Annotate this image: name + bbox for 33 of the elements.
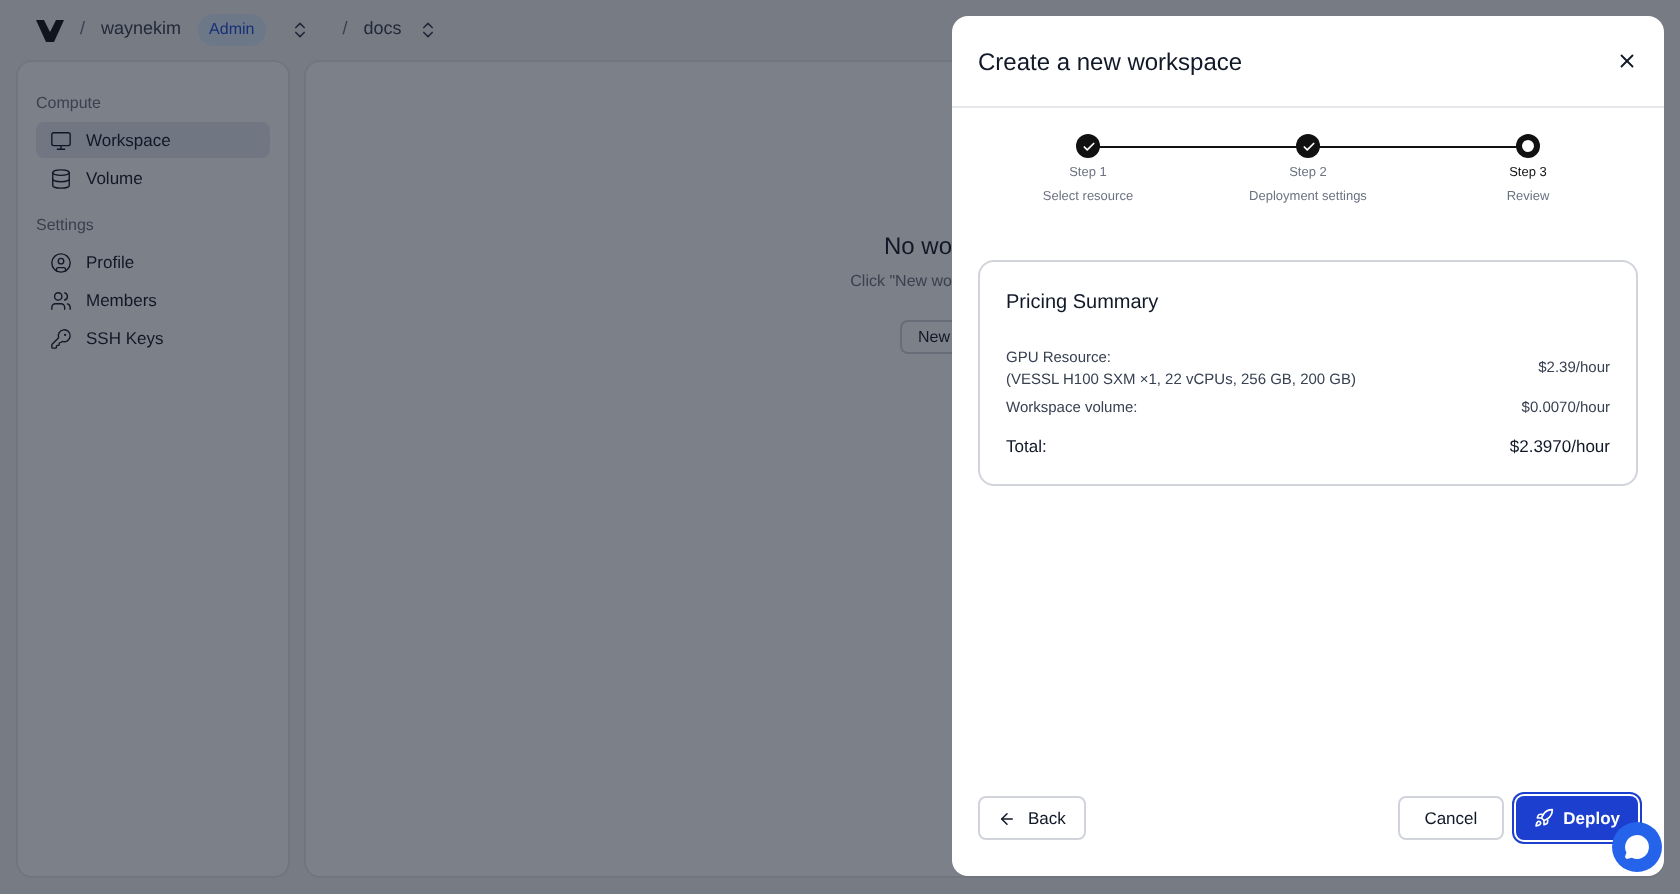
modal-title: Create a new workspace: [978, 45, 1243, 79]
sidebar-item[interactable]: Profile: [36, 244, 270, 280]
key-icon: [50, 327, 72, 349]
logo-icon[interactable]: [36, 19, 64, 41]
sidebar-item[interactable]: SSH Keys: [36, 320, 270, 356]
back-button[interactable]: Back: [978, 796, 1086, 840]
section-title: Compute: [36, 92, 103, 116]
users-icon: [50, 289, 72, 311]
project-name[interactable]: docs: [363, 16, 402, 44]
database-icon: [50, 167, 72, 189]
chevrons-icon[interactable]: [417, 20, 438, 40]
pricing-title: Pricing Summary: [1006, 289, 1161, 317]
section-title: Settings: [36, 214, 96, 238]
chevrons-icon[interactable]: [290, 20, 311, 40]
deploy-button[interactable]: Deploy: [1515, 796, 1638, 840]
user-name[interactable]: waynekim: [101, 16, 182, 44]
sidebar-item[interactable]: Volume: [36, 160, 270, 196]
breadcrumb-separator: /: [342, 16, 348, 43]
user-circle-icon: [50, 251, 72, 273]
chat-icon: [1624, 834, 1650, 860]
close-icon[interactable]: [1616, 50, 1638, 72]
breadcrumb-separator: /: [80, 16, 86, 43]
pricing-value: $2.3970/hour: [1509, 434, 1610, 460]
empty-hint: Click "New wo: [850, 270, 952, 294]
empty-title: No wo: [883, 230, 952, 264]
cancel-button[interactable]: Cancel: [1398, 796, 1504, 840]
sidebar-item[interactable]: Members: [36, 282, 270, 318]
monitor-icon: [50, 129, 72, 151]
rocket-icon: [1533, 808, 1554, 828]
sidebar-item[interactable]: Workspace: [36, 122, 270, 158]
pricing-label: Total:: [1006, 434, 1047, 460]
arrow-left-icon: [998, 809, 1016, 827]
role-badge: Admin: [197, 14, 267, 46]
